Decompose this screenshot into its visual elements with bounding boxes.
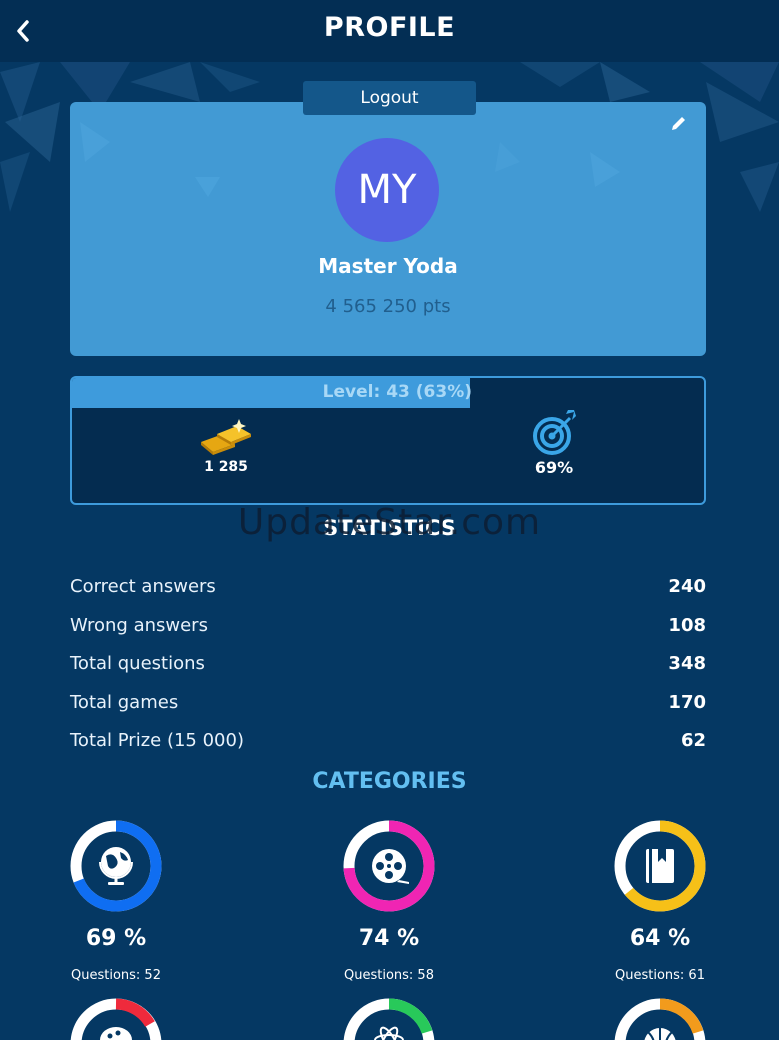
avatar: MY [335, 138, 439, 242]
edit-profile-button[interactable] [668, 112, 690, 134]
stat-row-total-prize: Total Prize (15 000) 62 [70, 725, 706, 755]
stat-row-correct: Correct answers 240 [70, 571, 706, 601]
category-percent: 69 % [85, 926, 147, 951]
stat-row-wrong: Wrong answers 108 [70, 610, 706, 640]
categories-title: CATEGORIES [312, 769, 467, 794]
gold-count: 1 285 [204, 459, 248, 475]
target-icon [533, 410, 576, 455]
category-ring [70, 820, 162, 912]
stat-row-total-games: Total games 170 [70, 687, 706, 717]
film-reel-icon [372, 849, 409, 884]
user-points: 4 565 250 pts [325, 296, 451, 317]
logout-button[interactable]: Logout [303, 81, 476, 115]
category-percent: 64 % [629, 926, 691, 951]
category-ring-partial-science[interactable] [343, 998, 435, 1040]
category-movies[interactable]: 74 % Questions: 58 [289, 820, 489, 1000]
palette-icon [100, 1027, 132, 1040]
page-title: PROFILE [323, 12, 456, 43]
stat-value: 108 [668, 614, 706, 636]
basketball-icon [644, 1028, 676, 1040]
stat-label: Wrong answers [70, 614, 208, 636]
category-percent: 74 % [358, 926, 420, 951]
globe-icon [99, 847, 133, 885]
category-geography[interactable]: 69 % Questions: 52 [16, 820, 216, 1000]
watermark: UpdateStar.com [237, 502, 542, 543]
gold-bars-icon [201, 419, 251, 455]
stat-label: Total games [70, 691, 179, 713]
category-ring-partial-sports[interactable] [614, 998, 706, 1040]
level-panel: Level: 43 (63%) 1 285 69% [70, 376, 706, 505]
stat-label: Total questions [70, 652, 205, 674]
atom-icon [374, 1026, 404, 1040]
stat-row-total-questions: Total questions 348 [70, 648, 706, 678]
user-name: Master Yoda [318, 254, 458, 278]
category-ring [614, 820, 706, 912]
category-ring [343, 820, 435, 912]
stat-value: 348 [668, 652, 706, 674]
pencil-icon [672, 117, 685, 130]
category-literature[interactable]: 64 % Questions: 61 [560, 820, 760, 1000]
stat-value: 240 [668, 575, 706, 597]
top-bar: PROFILE [0, 0, 779, 62]
stat-label: Correct answers [70, 575, 216, 597]
category-questions: Questions: 52 [71, 968, 161, 983]
accuracy-value: 69% [534, 458, 574, 477]
category-questions: Questions: 61 [615, 968, 705, 983]
book-icon [646, 849, 674, 883]
level-label: Level: 43 (63%) [322, 382, 472, 402]
stat-label: Total Prize (15 000) [70, 729, 244, 751]
stat-value: 62 [680, 729, 706, 751]
category-questions: Questions: 58 [344, 968, 434, 983]
category-ring-partial-art[interactable] [70, 998, 162, 1040]
stat-value: 170 [668, 691, 706, 713]
